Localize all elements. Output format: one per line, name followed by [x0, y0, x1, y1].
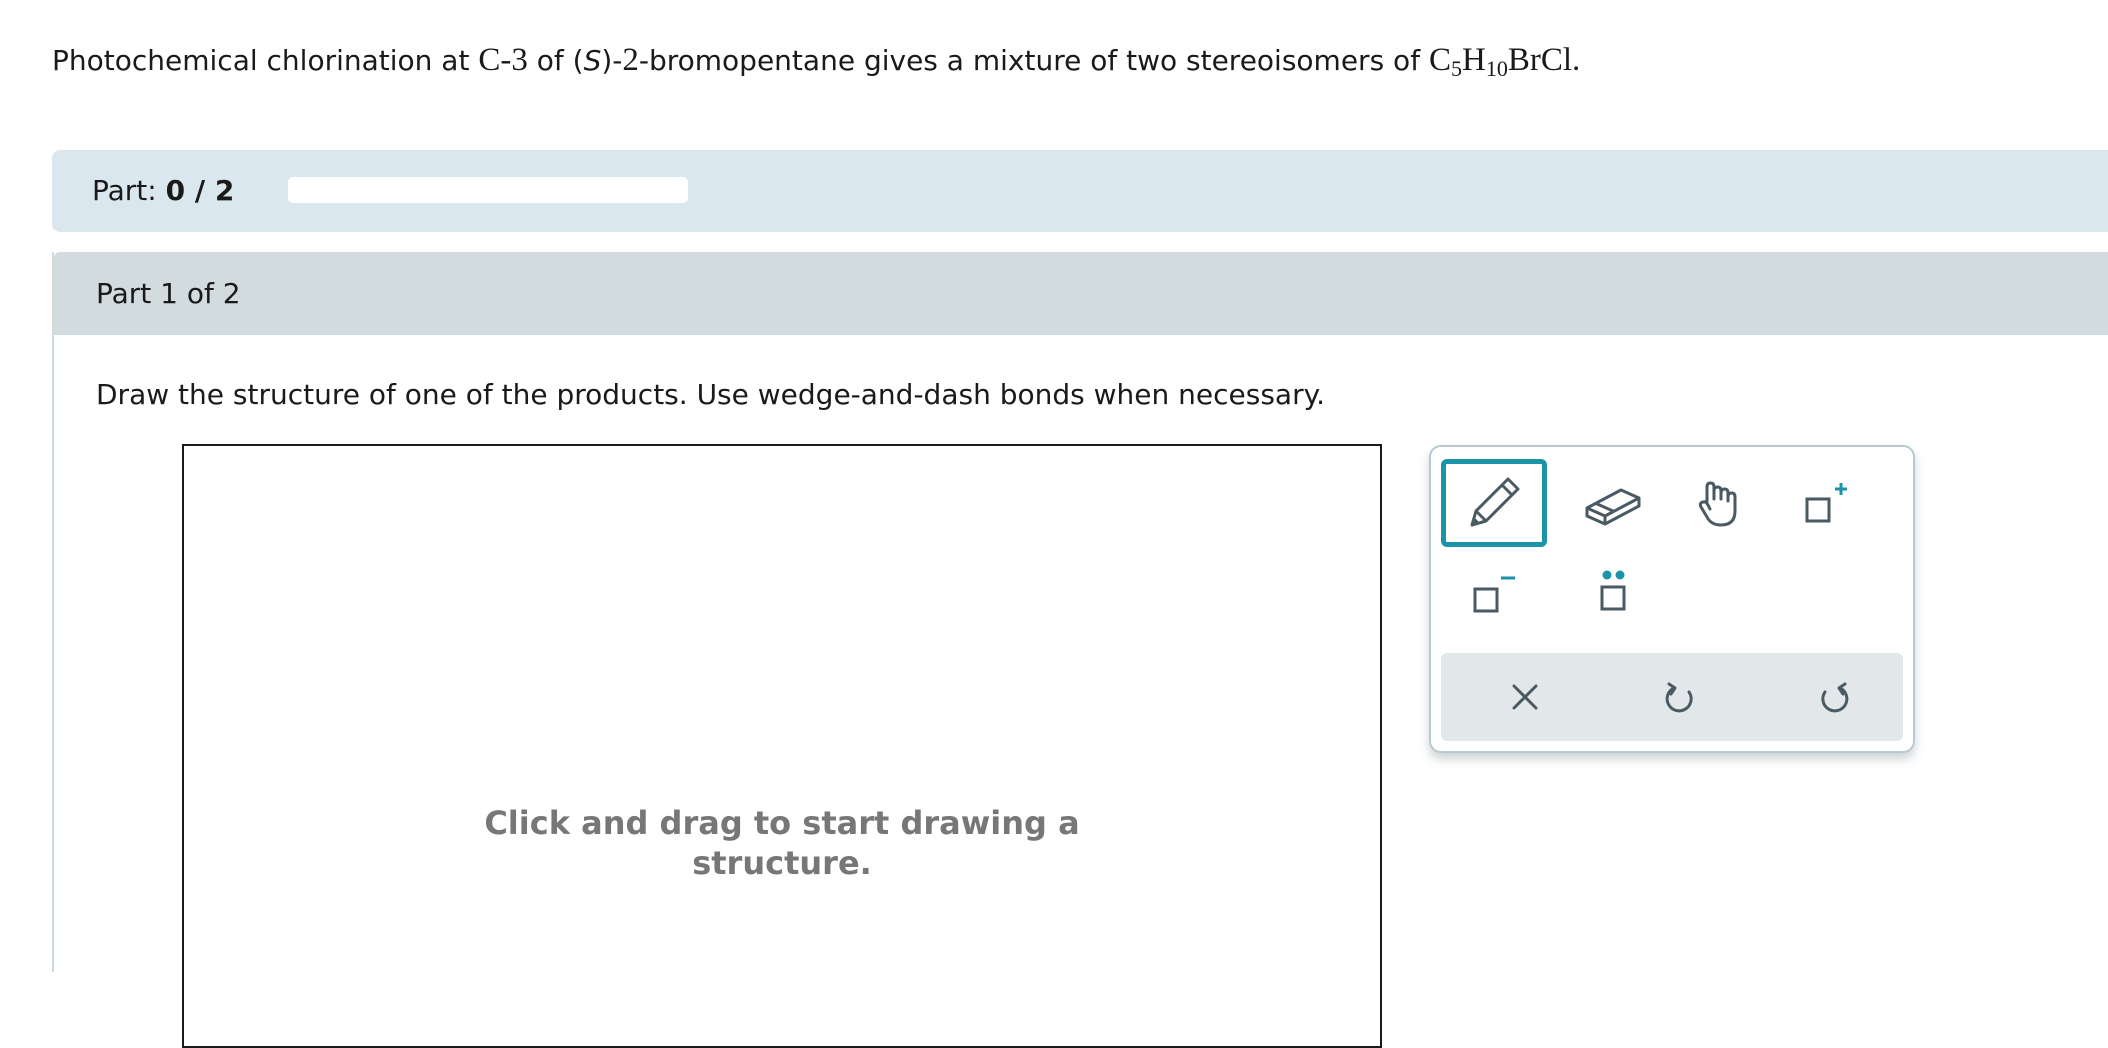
clear-button[interactable] [1495, 667, 1555, 727]
negative-charge-icon [1473, 576, 1515, 613]
stereo-config: S [583, 44, 602, 77]
part-progress-bar: Part: 0 / 2 [52, 150, 2108, 232]
canvas-hint-line-1: Click and drag to start drawing a [484, 804, 1080, 842]
question-of-text: of ( [527, 44, 584, 77]
positive-charge-tool[interactable] [1775, 463, 1875, 543]
lone-pair-icon [1600, 570, 1626, 611]
drawing-toolbox [1429, 445, 1915, 753]
question-text: Photochemical chlorination at C-3 of (S)… [52, 42, 1581, 81]
carbon-position: C-3 [478, 42, 528, 78]
pencil-icon [1470, 477, 1520, 527]
redo-button[interactable] [1804, 667, 1864, 727]
part-header-label: Part 1 of 2 [96, 277, 241, 310]
question-prefix: Photochemical chlorination at [52, 44, 479, 77]
negative-charge-tool[interactable] [1441, 553, 1541, 633]
formula-rest: BrCl. [1507, 42, 1581, 78]
drawing-canvas[interactable]: Click and drag to start drawing a struct… [182, 444, 1382, 1048]
positive-charge-icon [1805, 483, 1847, 523]
redo-icon [1821, 682, 1849, 713]
clear-icon [1512, 684, 1538, 710]
undo-button[interactable] [1650, 667, 1710, 727]
progress-track [288, 177, 688, 203]
compound-name: -bromopentane gives a mixture of two ste… [638, 44, 1429, 77]
action-bar [1441, 653, 1903, 741]
locant: 2 [622, 42, 639, 78]
canvas-hint: Click and drag to start drawing a struct… [184, 803, 1380, 883]
part-header[interactable]: Part 1 of 2 [54, 252, 2108, 335]
question-close-paren: )- [601, 44, 623, 77]
eraser-tool[interactable] [1563, 463, 1663, 543]
pencil-tool[interactable] [1441, 459, 1547, 547]
part-instructions: Draw the structure of one of the product… [96, 378, 1326, 411]
molecular-formula: C5H10BrCl. [1428, 42, 1581, 81]
formula-c-subscript: 5 [1450, 56, 1462, 81]
progress-value: 0 / 2 [165, 174, 235, 207]
hand-tool[interactable] [1671, 463, 1771, 543]
formula-c: C [1428, 42, 1451, 78]
formula-h: H [1461, 42, 1486, 78]
hand-icon [1698, 481, 1737, 527]
canvas-hint-line-2: structure. [692, 844, 872, 882]
undo-icon [1665, 682, 1693, 713]
lone-pair-tool[interactable] [1563, 553, 1663, 633]
progress-label-text: Part: [92, 174, 157, 207]
part-progress-label: Part: 0 / 2 [92, 174, 234, 207]
eraser-icon [1585, 488, 1641, 526]
formula-h-subscript: 10 [1485, 56, 1508, 81]
